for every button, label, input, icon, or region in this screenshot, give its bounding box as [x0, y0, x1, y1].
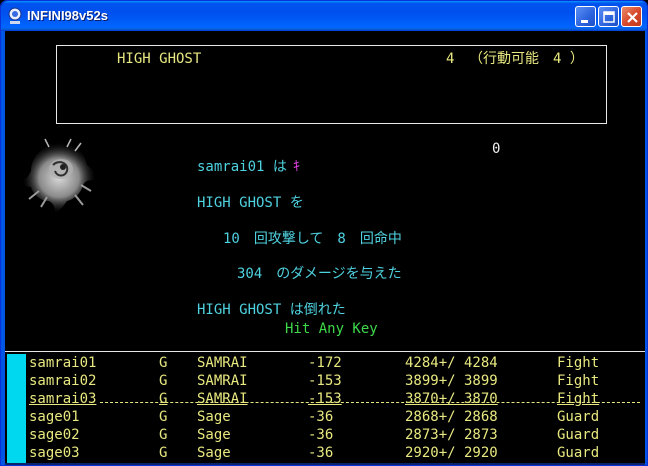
log-target: HIGH GHOST を	[197, 195, 304, 211]
member-hp: 2873+/ 2873	[405, 427, 498, 443]
high-ghost-image	[22, 138, 96, 213]
counter-value: 0	[492, 141, 501, 157]
member-status: Fight	[557, 355, 600, 371]
member-alignment: G	[159, 445, 168, 461]
party-row[interactable]: sage01 G Sage -36 2868+/ 2868 Guard	[5, 408, 645, 426]
member-name: sage03	[29, 445, 80, 461]
member-name: sage02	[29, 427, 80, 443]
log-defeated: HIGH GHOST は倒れた	[197, 302, 346, 318]
party-table: samrai01 G SAMRAI -172 4284+/ 4284 Fight…	[5, 351, 645, 463]
member-class: Sage	[197, 427, 231, 443]
window-title: INFINI98v52s	[27, 8, 108, 23]
member-hp: 2868+/ 2868	[405, 409, 498, 425]
member-hp: 4284+/ 4284	[405, 355, 498, 371]
member-alignment: G	[159, 409, 168, 425]
party-row[interactable]: samrai02 G SAMRAI -153 3899+/ 3899 Fight	[5, 372, 645, 390]
member-hp: 3899+/ 3899	[405, 373, 498, 389]
log-hits: 10 回攻撃して 8 回命中	[223, 231, 402, 247]
member-ac: -153	[308, 391, 342, 407]
member-hp: 3870+/ 3870	[405, 391, 498, 407]
minimize-button[interactable]	[575, 6, 596, 27]
member-status: Fight	[557, 373, 600, 389]
member-ac: -36	[308, 445, 334, 461]
log-attacker-mark: ｷ	[293, 159, 300, 175]
member-ac: -36	[308, 409, 334, 425]
member-alignment: G	[159, 373, 168, 389]
member-class: Sage	[197, 409, 231, 425]
member-alignment: G	[159, 355, 168, 371]
member-ac: -36	[308, 427, 334, 443]
member-name: samrai02	[29, 373, 97, 389]
title-bar[interactable]: INFINI98v52s	[1, 1, 647, 31]
log-attacker: samrai01 は	[197, 159, 287, 175]
member-class: SAMRAI	[197, 373, 248, 389]
member-class: Sage	[197, 445, 231, 461]
party-row[interactable]: samrai01 G SAMRAI -172 4284+/ 4284 Fight	[5, 354, 645, 372]
app-icon[interactable]	[7, 7, 23, 25]
member-status: Fight	[557, 391, 600, 407]
member-class: SAMRAI	[197, 355, 248, 371]
close-button[interactable]	[621, 6, 642, 27]
maximize-icon	[603, 11, 615, 23]
app-window: INFINI98v52s HIGH GHOST 4 （行動可能 4 ） 0 sa…	[0, 0, 648, 466]
party-row[interactable]: sage03 G Sage -36 2920+/ 2920 Guard	[5, 444, 645, 462]
member-ac: -153	[308, 373, 342, 389]
close-icon	[627, 12, 638, 23]
hit-any-key-prompt[interactable]: Hit Any Key	[285, 321, 378, 337]
member-name: samrai01	[29, 355, 97, 371]
enemy-actionable: （行動可能 4 ）	[469, 51, 584, 67]
member-alignment: G	[159, 391, 168, 407]
member-status: Guard	[557, 445, 600, 461]
game-screen[interactable]: HIGH GHOST 4 （行動可能 4 ） 0 samrai01 は ｷ HI…	[5, 31, 645, 463]
member-name: sage01	[29, 409, 80, 425]
member-status: Guard	[557, 427, 600, 443]
member-hp: 2920+/ 2920	[405, 445, 498, 461]
party-row[interactable]: sage02 G Sage -36 2873+/ 2873 Guard	[5, 426, 645, 444]
maximize-button[interactable]	[598, 6, 619, 27]
log-damage: 304 のダメージを与えた	[237, 266, 402, 282]
member-alignment: G	[159, 427, 168, 443]
member-ac: -172	[308, 355, 342, 371]
minimize-icon	[581, 20, 588, 23]
member-status: Guard	[557, 409, 600, 425]
party-row-selected[interactable]: samrai03 G SAMRAI -153 3870+/ 3870 Fight	[5, 390, 645, 408]
member-class: SAMRAI	[197, 391, 248, 407]
member-name: samrai03	[29, 391, 97, 407]
enemy-name: HIGH GHOST	[117, 51, 202, 67]
enemy-count: 4	[446, 51, 455, 67]
